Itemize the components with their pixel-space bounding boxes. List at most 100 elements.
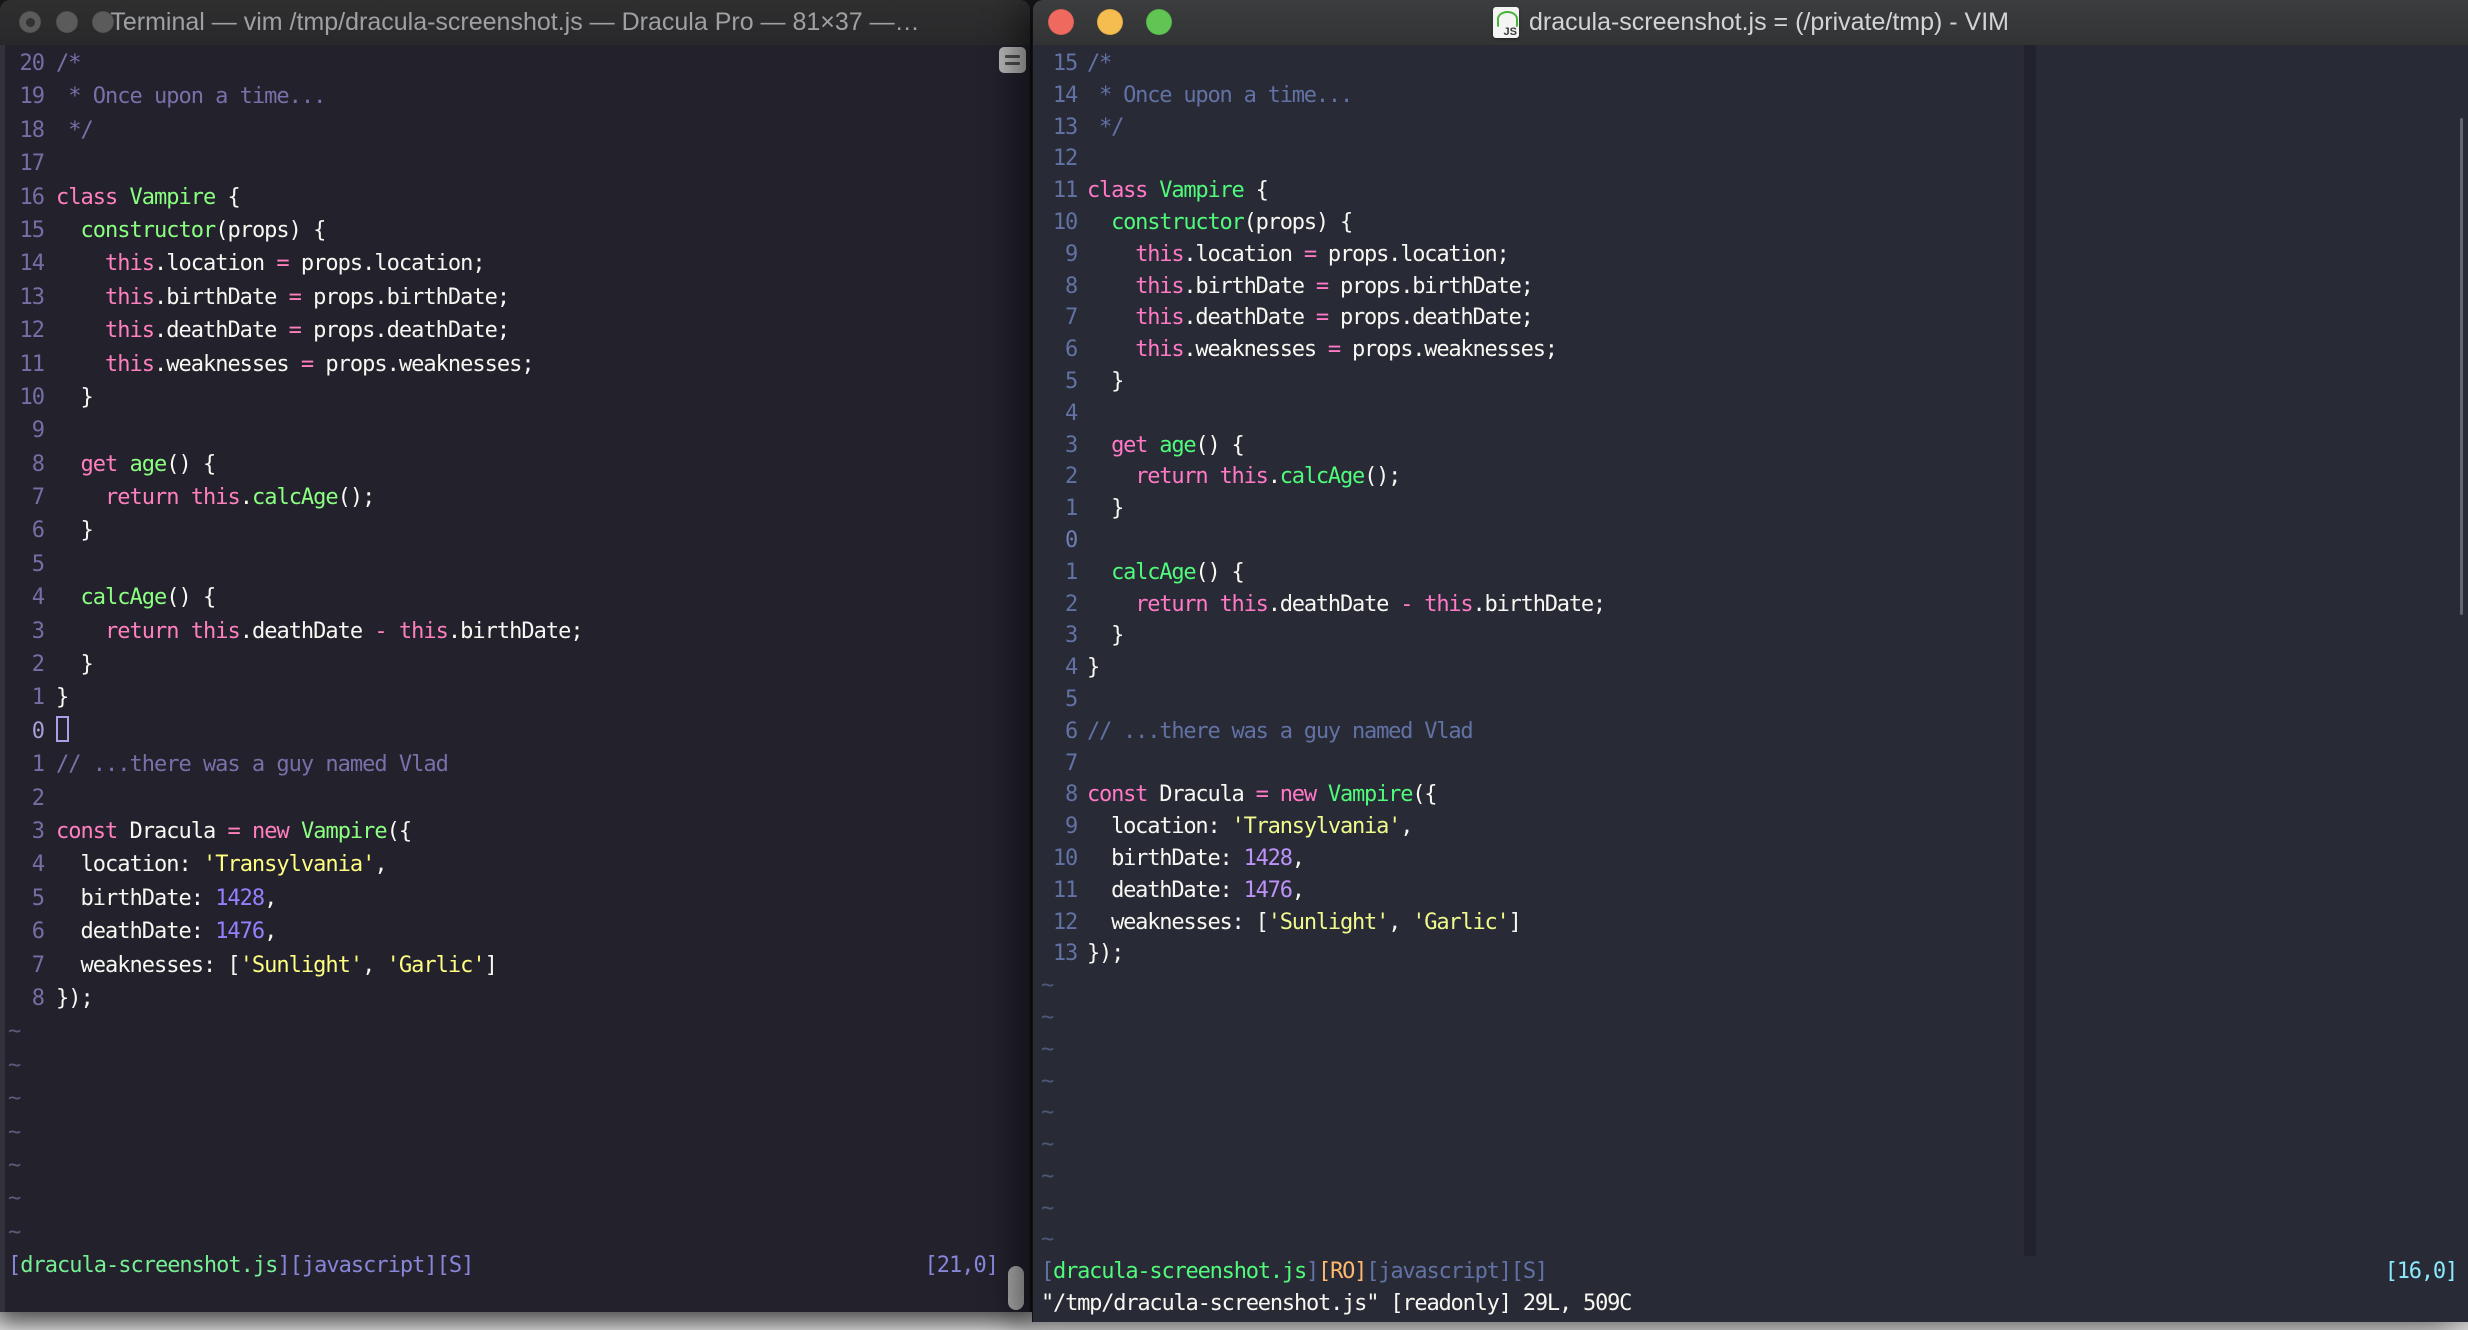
desktop: Terminal — vim /tmp/dracula-screenshot.j… [0, 0, 2468, 1330]
code-line[interactable]: 14 * Once upon a time... [1033, 80, 2468, 112]
code-text: } [56, 518, 93, 543]
line-number: 6 [31, 919, 45, 945]
code-line[interactable]: 20 /* [0, 47, 1030, 80]
code-line[interactable]: 16 class Vampire { [0, 181, 1030, 214]
code-line[interactable]: 19 * Once upon a time... [0, 80, 1030, 113]
code-line[interactable]: 12 this.deathDate = props.deathDate; [0, 314, 1030, 347]
code-token: calcAge [251, 485, 339, 511]
code-line[interactable]: 6 this.weaknesses = props.weaknesses; [1033, 334, 2468, 366]
code-line[interactable]: 5 birthDate: 1428, [0, 882, 1030, 915]
code-text: constructor(props) { [1087, 210, 1353, 235]
code-line[interactable]: 2 return this.calcAge(); [1033, 461, 2468, 493]
code-token: this [1135, 337, 1184, 363]
code-line[interactable]: 2 } [0, 648, 1030, 681]
code-token: { [1243, 178, 1269, 204]
code-line[interactable]: 18 */ [0, 114, 1030, 147]
code-line[interactable]: 13}); [1033, 938, 2468, 970]
line-number: 14 [1052, 82, 1078, 108]
code-line[interactable]: 15 /* [1033, 48, 2468, 80]
code-line[interactable]: 3 return this.deathDate - this.birthDate… [0, 615, 1030, 648]
code-line[interactable]: 6 // ...there was a guy named Vlad [1033, 716, 2468, 748]
code-line[interactable]: 11 deathDate: 1476, [1033, 875, 2468, 907]
code-line[interactable]: 3 const Dracula = new Vampire({ [0, 815, 1030, 848]
code-line[interactable]: 3 get age() { [1033, 430, 2468, 462]
statusline-file-info: [dracula-screenshot.js][javascript][S] [8, 1249, 474, 1282]
code-line[interactable]: 0 [1033, 525, 2468, 557]
code-text: } [1087, 655, 1100, 680]
code-line[interactable]: 12 weaknesses: ['Sunlight', 'Garlic'] [1033, 907, 2468, 939]
code-token: get [80, 451, 119, 477]
code-line[interactable]: 5 [0, 548, 1030, 581]
code-line[interactable]: 4 location: 'Transylvania', [0, 848, 1030, 881]
code-line[interactable]: 8 this.birthDate = props.birthDate; [1033, 271, 2468, 303]
code-line[interactable]: 14 this.location = props.location; [0, 247, 1030, 280]
code-line[interactable]: 5 [1033, 684, 2468, 716]
code-line[interactable]: 6 deathDate: 1476, [0, 915, 1030, 948]
code-line[interactable]: 10 constructor(props) { [1033, 207, 2468, 239]
line-number: 0 [31, 718, 45, 744]
code-line[interactable]: 9 location: 'Transylvania', [1033, 811, 2468, 843]
code-line[interactable]: 7 [1033, 748, 2468, 780]
vim-statusline: [dracula-screenshot.js][RO][javascript][… [1033, 1256, 2468, 1288]
terminal-scrollbar-thumb[interactable] [1008, 1266, 1024, 1310]
terminal-titlebar[interactable]: Terminal — vim /tmp/dracula-screenshot.j… [0, 0, 1030, 46]
line-number: 16 [19, 184, 46, 210]
code-line[interactable]: 8 get age() { [0, 448, 1030, 481]
code-token: = [227, 818, 240, 844]
code-line[interactable]: 7 return this.calcAge(); [0, 481, 1030, 514]
vim-editor-area[interactable]: 15/* 14 * Once upon a time... 13 */12 11 cla… [1033, 45, 2468, 1322]
code-token: deathDate: [1087, 877, 1244, 903]
code-line[interactable]: 1 // ...there was a guy named Vlad [0, 748, 1030, 781]
code-line[interactable]: 0 [0, 715, 1030, 748]
zoom-button[interactable] [92, 11, 114, 33]
split-pane-button[interactable] [999, 47, 1026, 73]
code-token: dracula-screenshot.js [20, 1253, 278, 1279]
code-line[interactable]: 11 class Vampire { [1033, 175, 2468, 207]
vim-editor-area[interactable]: 20/* 19 * Once upon a time... 18 */17 16 cla… [0, 45, 1030, 1312]
macvim-scrollbar-thumb[interactable] [2460, 118, 2463, 615]
code-line[interactable]: 7 this.deathDate = props.deathDate; [1033, 302, 2468, 334]
code-line[interactable]: 10 birthDate: 1428, [1033, 843, 2468, 875]
close-button[interactable] [1048, 9, 1074, 35]
line-number: 15 [1052, 51, 1078, 76]
code-line[interactable]: 13 */ [1033, 112, 2468, 144]
code-line[interactable]: 4} [1033, 652, 2468, 684]
code-token: props.birthDate; [1327, 273, 1534, 299]
code-line[interactable]: 15 constructor(props) { [0, 214, 1030, 247]
code-line[interactable]: 3 } [1033, 620, 2468, 652]
minimize-button[interactable] [56, 11, 78, 33]
code-line[interactable]: 8 const Dracula = new Vampire({ [1033, 779, 2468, 811]
code-line[interactable]: 12 [1033, 143, 2468, 175]
code-token: Vampire [1327, 782, 1414, 808]
code-line[interactable]: 1} [0, 681, 1030, 714]
code-line[interactable]: 10 } [0, 381, 1030, 414]
zoom-button[interactable] [1146, 9, 1172, 35]
code-line[interactable]: 8}); [0, 982, 1030, 1015]
code-line[interactable]: 2 [0, 782, 1030, 815]
code-line[interactable]: 1 calcAge() { [1033, 557, 2468, 589]
close-button[interactable] [19, 11, 41, 33]
code-line[interactable]: 2 return this.deathDate - this.birthDate… [1033, 589, 2468, 621]
code-token: // ...there was a guy named Vlad [56, 752, 449, 778]
code-line[interactable]: 17 [0, 147, 1030, 180]
line-number: 6 [1064, 337, 1078, 363]
code-token: .deathDate [153, 318, 289, 344]
code-line[interactable]: 4 calcAge() { [0, 581, 1030, 614]
code-line[interactable]: 13 this.birthDate = props.birthDate; [0, 281, 1030, 314]
code-line[interactable]: 9 this.location = props.location; [1033, 239, 2468, 271]
code-line[interactable]: 5 } [1033, 366, 2468, 398]
code-token: = [1315, 273, 1329, 299]
minimize-button[interactable] [1097, 9, 1123, 35]
code-line[interactable]: 7 weaknesses: ['Sunlight', 'Garlic'] [0, 949, 1030, 982]
code-line[interactable]: 1 } [1033, 493, 2468, 525]
macvim-titlebar[interactable]: JS dracula-screenshot.js = (/private/tmp… [1033, 0, 2468, 46]
code-token: ({ [386, 818, 412, 844]
code-line[interactable]: 4 [1033, 398, 2468, 430]
code-line[interactable]: 11 this.weaknesses = props.weaknesses; [0, 348, 1030, 381]
code-line[interactable]: 6 } [0, 514, 1030, 547]
code-line[interactable]: 9 [0, 414, 1030, 447]
code-token: this [1424, 591, 1473, 617]
